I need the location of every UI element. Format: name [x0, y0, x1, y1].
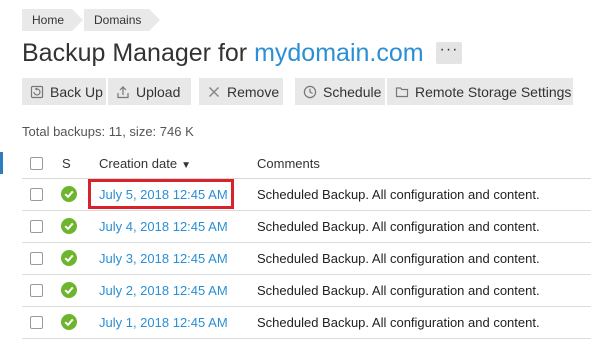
- remote-storage-settings-label: Remote Storage Settings: [415, 83, 572, 100]
- highlight-box: [88, 179, 234, 209]
- breadcrumb-domains[interactable]: Domains: [84, 9, 161, 31]
- backups-table: S Creation date ▼ Comments July 5, 2018 1…: [22, 148, 591, 339]
- comments-column-header: Comments: [257, 156, 320, 171]
- backup-date-link[interactable]: July 4, 2018 12:45 AM: [99, 219, 228, 234]
- table-row: July 4, 2018 12:45 AM Scheduled Backup. …: [22, 211, 591, 243]
- backup-comment: Scheduled Backup. All configuration and …: [257, 219, 540, 234]
- creation-date-header-label: Creation date: [99, 156, 178, 171]
- upload-label: Upload: [136, 83, 181, 100]
- backup-date-link[interactable]: July 3, 2018 12:45 AM: [99, 251, 228, 266]
- folder-icon: [395, 85, 409, 99]
- row-checkbox[interactable]: [30, 316, 43, 329]
- back-up-icon: [30, 85, 44, 99]
- backup-date-link[interactable]: July 1, 2018 12:45 AM: [99, 315, 228, 330]
- status-ok-icon: [61, 218, 77, 234]
- back-up-button[interactable]: Back Up: [22, 78, 106, 105]
- schedule-label: Schedule: [323, 83, 382, 100]
- table-row: July 3, 2018 12:45 AM Scheduled Backup. …: [22, 243, 591, 275]
- row-checkbox[interactable]: [30, 284, 43, 297]
- page-title-prefix: Backup Manager for: [22, 39, 255, 67]
- row-checkbox[interactable]: [30, 252, 43, 265]
- remove-button[interactable]: Remove: [199, 78, 283, 105]
- remote-storage-settings-button[interactable]: Remote Storage Settings: [387, 78, 573, 105]
- breadcrumb: Home Domains: [22, 9, 161, 31]
- backup-summary: Total backups: 11, size: 746 K: [22, 124, 194, 139]
- status-column-header: S: [62, 156, 71, 171]
- breadcrumb-home[interactable]: Home: [22, 9, 84, 31]
- backup-comment: Scheduled Backup. All configuration and …: [257, 283, 540, 298]
- page-title: Backup Manager for mydomain.com: [22, 36, 424, 70]
- creation-date-column-header[interactable]: Creation date ▼: [99, 156, 191, 171]
- back-up-label: Back Up: [50, 83, 103, 100]
- left-accent-bar: [0, 152, 3, 174]
- row-checkbox[interactable]: [30, 220, 43, 233]
- remove-icon: [207, 85, 221, 99]
- schedule-button[interactable]: Schedule: [295, 78, 385, 105]
- table-row: July 2, 2018 12:45 AM Scheduled Backup. …: [22, 275, 591, 307]
- sort-desc-icon: ▼: [181, 160, 191, 171]
- upload-button[interactable]: Upload: [108, 78, 191, 105]
- status-ok-icon: [61, 186, 77, 202]
- backup-comment: Scheduled Backup. All configuration and …: [257, 251, 540, 266]
- backup-comment: Scheduled Backup. All configuration and …: [257, 187, 540, 202]
- backup-comment: Scheduled Backup. All configuration and …: [257, 315, 540, 330]
- more-actions-button[interactable]: ···: [436, 42, 462, 64]
- page-title-domain[interactable]: mydomain.com: [254, 39, 424, 67]
- upload-icon: [116, 85, 130, 99]
- schedule-icon: [303, 85, 317, 99]
- status-ok-icon: [61, 282, 77, 298]
- remove-label: Remove: [227, 83, 280, 100]
- row-checkbox[interactable]: [30, 188, 43, 201]
- select-all-checkbox[interactable]: [30, 157, 43, 170]
- table-header: S Creation date ▼ Comments: [22, 148, 591, 179]
- table-row: July 1, 2018 12:45 AM Scheduled Backup. …: [22, 307, 591, 339]
- backup-date-link[interactable]: July 2, 2018 12:45 AM: [99, 283, 228, 298]
- status-ok-icon: [61, 250, 77, 266]
- status-ok-icon: [61, 314, 77, 330]
